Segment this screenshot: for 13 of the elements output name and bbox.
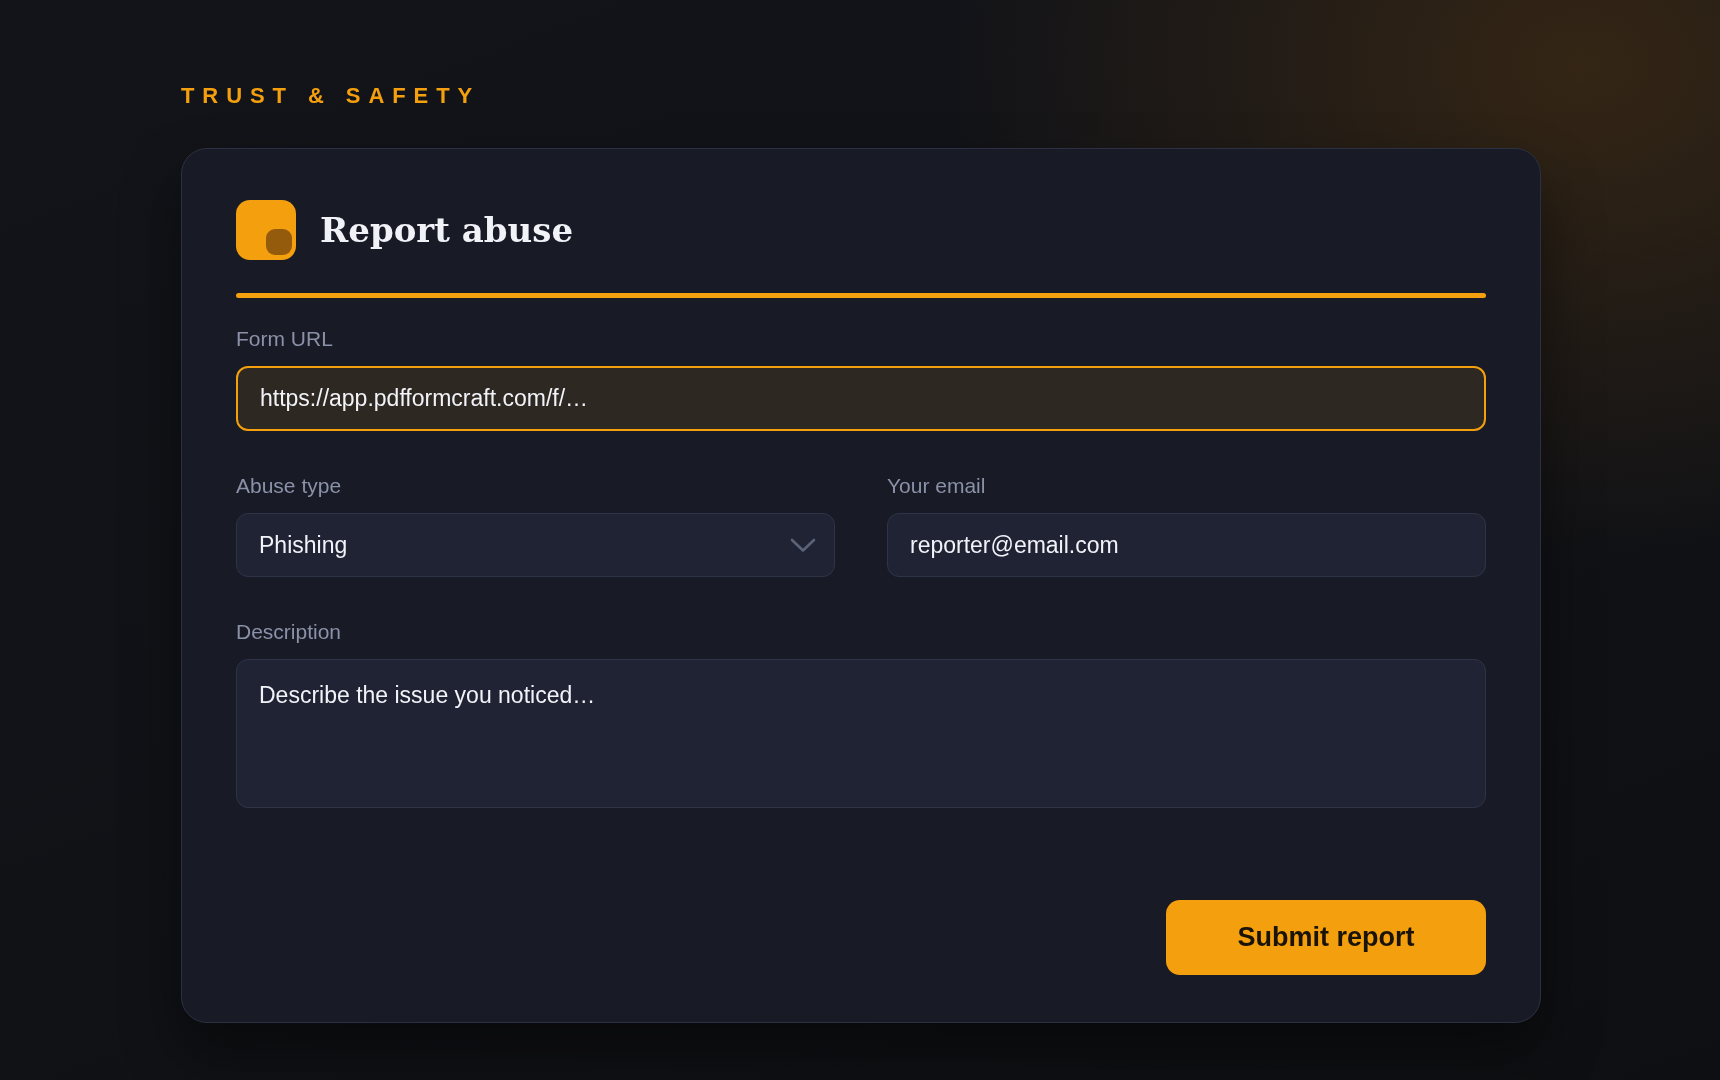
description-field[interactable]: Describe the issue you noticed… (236, 659, 1486, 808)
card-title: Report abuse (320, 209, 574, 252)
field-label: Form URL (236, 327, 333, 351)
email-field[interactable]: reporter@email.com (887, 513, 1486, 577)
chevron-down-icon (790, 537, 816, 553)
submit-button[interactable]: Submit report (1166, 900, 1486, 975)
abuse-type-select[interactable]: Phishing (236, 513, 835, 577)
section-eyebrow: TRUST & SAFETY (181, 82, 481, 110)
field-label: Your email (887, 474, 986, 498)
app-logo-icon (236, 200, 296, 260)
field-label: Abuse type (236, 474, 342, 498)
url-field[interactable]: https://app.pdfformcraft.com/f/… (236, 366, 1486, 431)
field-label: Description (236, 620, 342, 644)
